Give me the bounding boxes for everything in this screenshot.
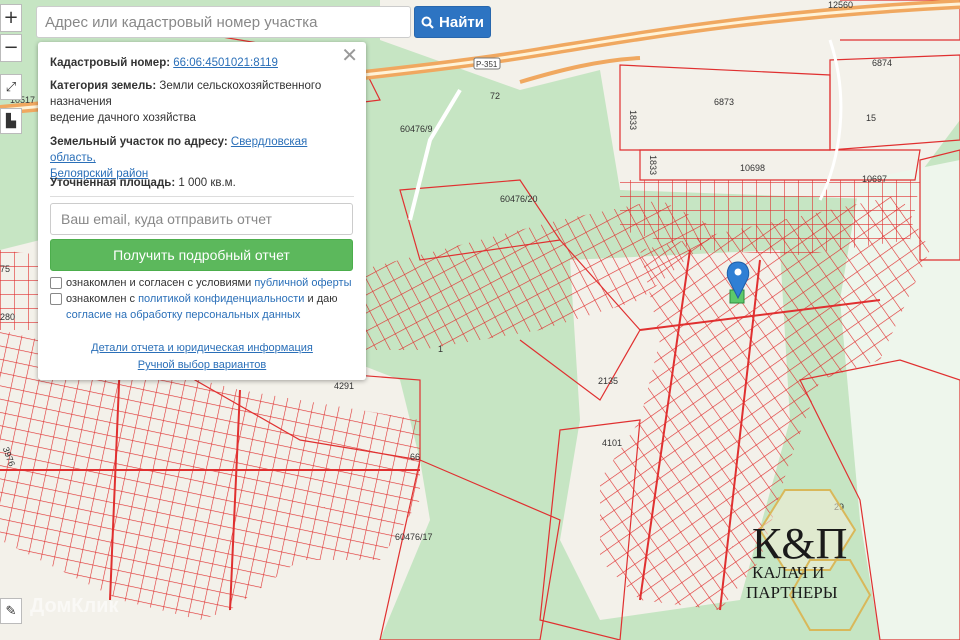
fullscreen-button[interactable]: ⤢ xyxy=(0,74,22,100)
svg-text:К&П: К&П xyxy=(752,519,847,568)
search-button-label: Найти xyxy=(439,13,484,31)
map-label: 4291 xyxy=(334,381,354,391)
divider xyxy=(50,196,354,197)
ruler-button[interactable]: ✎ xyxy=(0,598,22,624)
email-field[interactable] xyxy=(50,203,353,235)
map-label: 1833 xyxy=(628,110,638,130)
parcel-info-panel: ✕ Кадастровый номер: 66:06:4501021:8119 … xyxy=(38,42,366,380)
area-row: Уточненная площадь: 1 000 кв.м. xyxy=(50,175,355,191)
map-label: 6874 xyxy=(872,58,892,68)
ruler-icon: ✎ xyxy=(5,603,17,618)
privacy-consent-label: ознакомлен с политикой конфиденциальност… xyxy=(66,291,356,323)
map-label: 1833 xyxy=(648,155,658,175)
map-label: 2135 xyxy=(598,376,618,386)
category-label: Категория земель: xyxy=(50,80,157,92)
map-label: 60476/20 xyxy=(500,194,538,204)
privacy-consent-tail: и даю xyxy=(304,293,338,305)
map-label: 72 xyxy=(490,91,500,101)
area-label: Уточненная площадь: xyxy=(50,177,176,189)
manual-selection-link[interactable]: Ручной выбор вариантов xyxy=(138,359,266,371)
get-report-button[interactable]: Получить подробный отчет xyxy=(50,239,353,271)
map-label: 15 xyxy=(866,113,876,123)
expand-icon: ⤢ xyxy=(5,79,17,94)
cadastral-row: Кадастровый номер: 66:06:4501021:8119 xyxy=(50,55,355,71)
svg-text:КАЛАЧ И: КАЛАЧ И xyxy=(752,563,824,582)
cadastral-label: Кадастровый номер: xyxy=(50,57,171,69)
category-row: Категория земель: Земли сельскохозяйстве… xyxy=(50,78,355,126)
details-row: Детали отчета и юридическая информация xyxy=(38,342,366,354)
privacy-consent-checkbox[interactable] xyxy=(50,293,62,305)
print-button[interactable]: ▙ xyxy=(0,108,22,134)
zoom-in-button[interactable]: + xyxy=(0,4,22,32)
map-label: 12560 xyxy=(828,0,853,10)
map-label: 10697 xyxy=(862,174,887,184)
map-label: 60476/17 xyxy=(395,532,433,542)
address-label: Земельный участок по адресу: xyxy=(50,136,228,148)
print-icon: ▙ xyxy=(6,113,16,128)
offer-consent-text: ознакомлен и согласен с условиями xyxy=(66,277,255,289)
area-value: 1 000 кв.м. xyxy=(178,177,236,189)
map-label: 1 xyxy=(438,344,443,354)
cadastral-number-link[interactable]: 66:06:4501021:8119 xyxy=(173,57,278,69)
category-use: ведение дачного хозяйства xyxy=(50,112,196,124)
privacy-policy-link[interactable]: политикой конфиденциальности xyxy=(138,293,304,305)
map-label: 75 xyxy=(0,264,10,274)
watermark: ДомКлик xyxy=(30,595,119,617)
public-offer-link[interactable]: публичной оферты xyxy=(254,277,351,289)
offer-consent-checkbox[interactable] xyxy=(50,277,62,289)
map-label: 66 xyxy=(410,452,420,462)
map-label: 4101 xyxy=(602,438,622,448)
search-icon xyxy=(421,16,434,29)
map-label: 10698 xyxy=(740,163,765,173)
svg-text:ПАРТНЕРЫ: ПАРТНЕРЫ xyxy=(746,583,838,602)
map-label: 280 xyxy=(0,312,15,322)
map-label: 60476/9 xyxy=(400,124,433,134)
search-button[interactable]: Найти xyxy=(414,6,491,38)
search-input[interactable] xyxy=(36,6,411,38)
zoom-out-button[interactable]: − xyxy=(0,34,22,62)
privacy-consent-text: ознакомлен с xyxy=(66,293,139,305)
details-link[interactable]: Детали отчета и юридическая информация xyxy=(91,342,313,354)
personal-data-consent-link[interactable]: согласие на обработку персональных данны… xyxy=(66,309,300,321)
offer-consent-label: ознакомлен и согласен с условиями публич… xyxy=(66,275,356,291)
manual-row: Ручной выбор вариантов xyxy=(38,359,366,371)
map-label: 6873 xyxy=(714,97,734,107)
road-sign-label: Р-351 xyxy=(476,60,498,69)
